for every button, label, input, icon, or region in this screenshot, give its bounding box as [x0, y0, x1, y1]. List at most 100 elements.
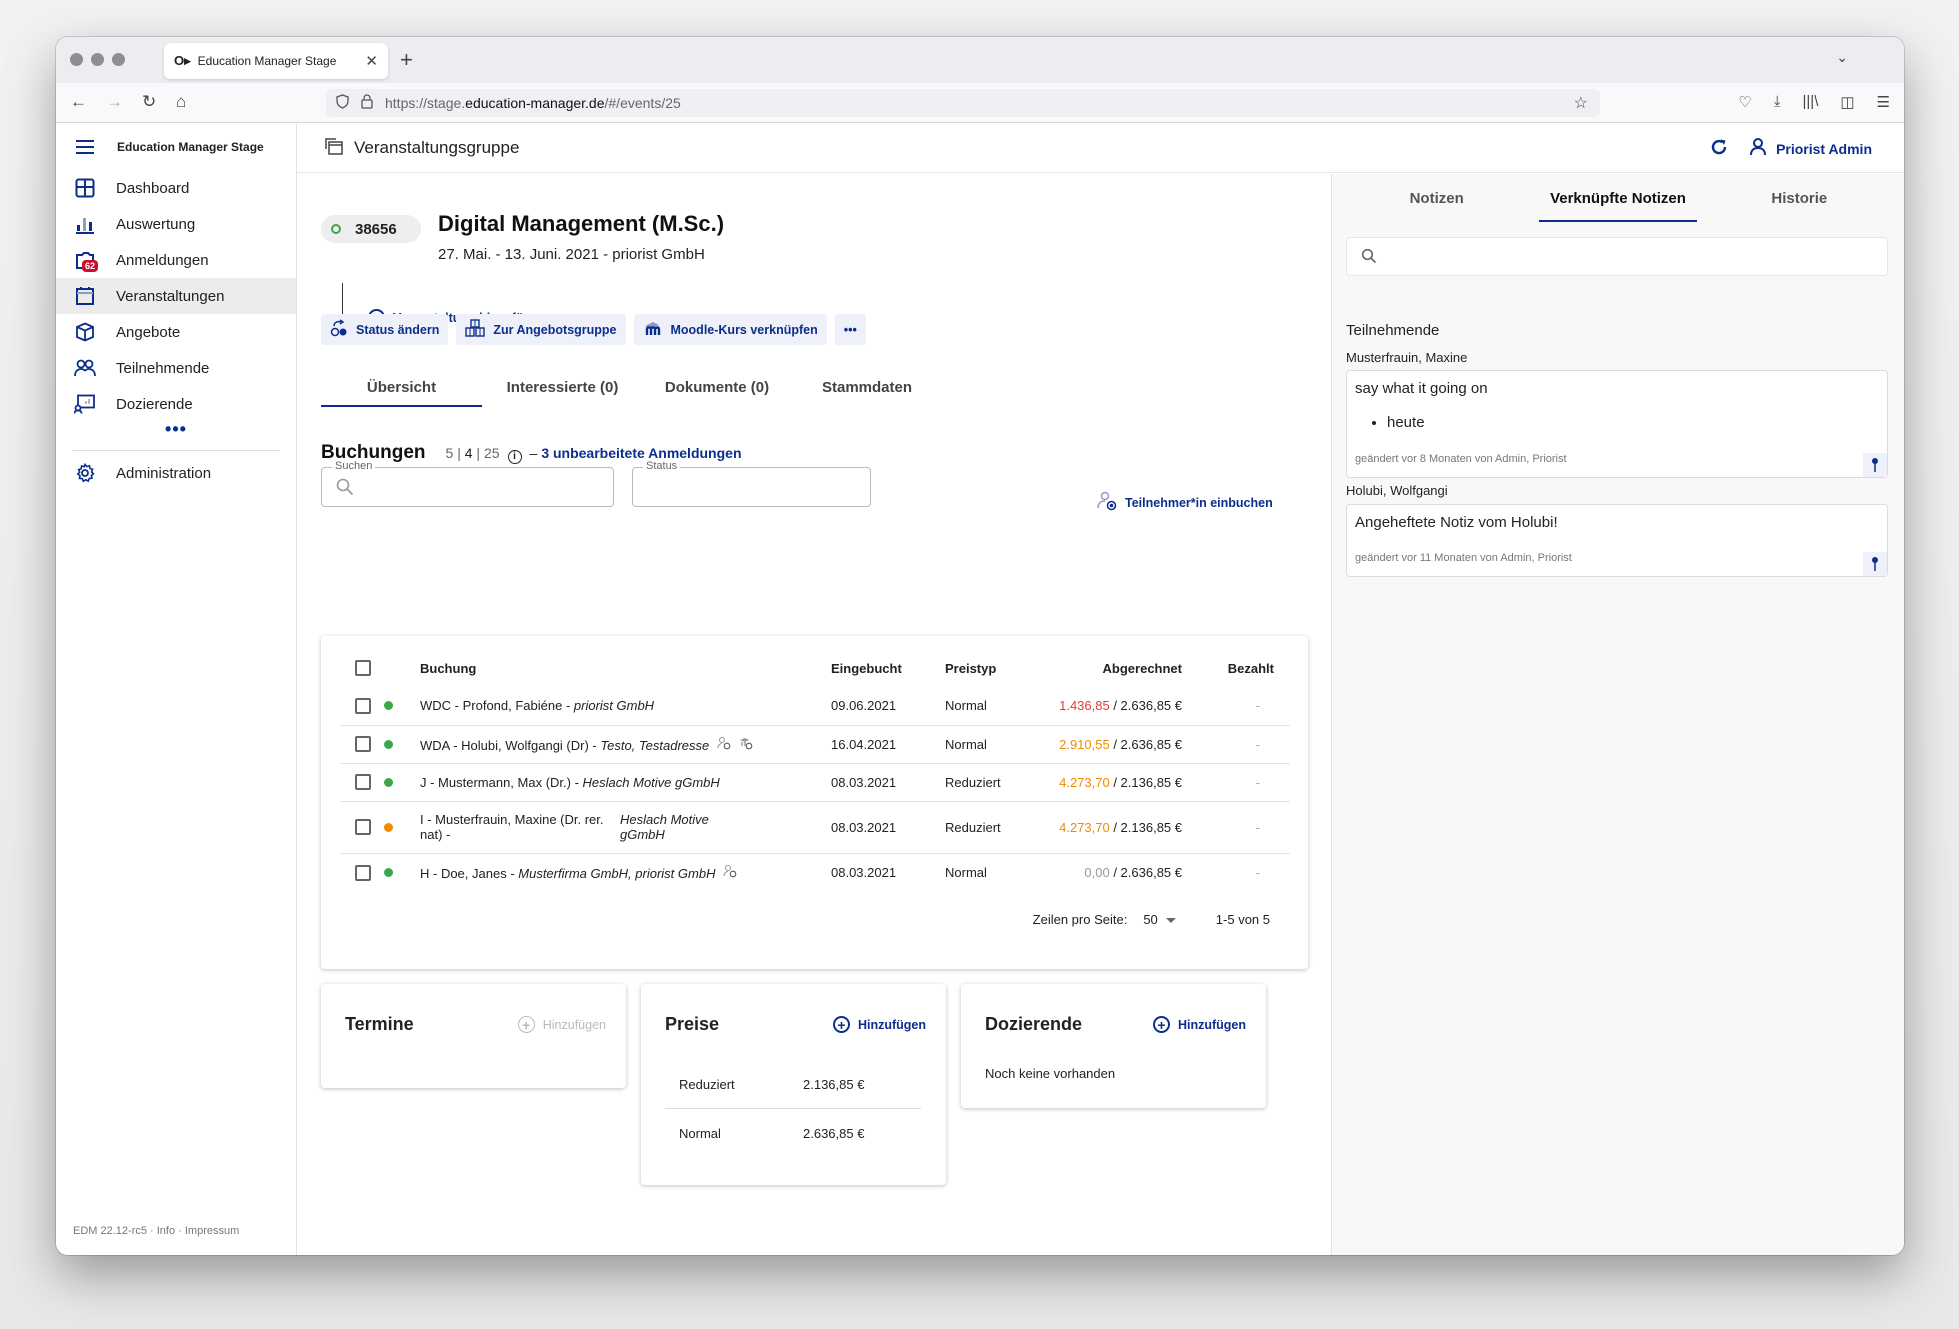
booking-cell[interactable]: I - Musterfrauin, Maxine (Dr. rer. nat) … [420, 800, 831, 853]
row-checkbox[interactable] [355, 774, 371, 791]
close-window-button[interactable] [70, 53, 83, 66]
change-status-button[interactable]: Status ändern [321, 314, 449, 345]
table-row[interactable]: I - Musterfrauin, Maxine (Dr. rer. nat) … [340, 800, 1290, 853]
library-icon[interactable]: |||\ [1803, 93, 1819, 111]
rows-per-page-select[interactable]: 50 [1143, 912, 1176, 927]
column-header-buchung[interactable]: Buchung [420, 649, 831, 687]
notes-search-field[interactable] [1346, 237, 1888, 276]
new-tab-button[interactable]: + [400, 47, 413, 73]
back-icon[interactable]: ← [70, 92, 87, 112]
notes-search-input[interactable] [1347, 238, 1887, 275]
maximize-window-button[interactable] [112, 53, 125, 66]
url-text[interactable]: https://stage.education-manager.de/#/eve… [385, 95, 1574, 111]
booking-cell[interactable]: WDC - Profond, Fabiéne - priorist GmbH [420, 687, 831, 725]
row-checkbox[interactable] [355, 736, 371, 753]
pin-icon[interactable] [1863, 552, 1887, 576]
enroll-participant-button[interactable]: Teilnehmer*in einbuchen [1097, 491, 1273, 514]
shield-icon[interactable] [336, 94, 349, 112]
minimize-window-button[interactable] [91, 53, 104, 66]
dozierende-add-button[interactable]: + Hinzufügen [1152, 1016, 1246, 1033]
column-header-preistyp[interactable]: Preistyp [945, 649, 1045, 687]
menu-icon[interactable] [76, 140, 94, 154]
booking-cell[interactable]: H - Doe, Janes - Musterfirma GmbH, prior… [420, 852, 831, 891]
row-checkbox[interactable] [355, 819, 371, 836]
home-icon[interactable]: ⌂ [176, 92, 186, 112]
browser-tab[interactable]: O▸ Education Manager Stage ✕ [164, 43, 388, 79]
sidebar-item-administration[interactable]: Administration [56, 455, 296, 491]
booking-status-dot [384, 777, 393, 787]
table-row[interactable]: J - Mustermann, Max (Dr.) - Heslach Moti… [340, 762, 1290, 801]
unprocessed-registrations-link[interactable]: 3 unbearbeitete Anmeldungen [541, 445, 741, 461]
tab-dokumente[interactable]: Dokumente (0) [643, 369, 791, 405]
table-row[interactable]: H - Doe, Janes - Musterfirma GmbH, prior… [340, 852, 1290, 891]
sidebar-footer[interactable]: EDM 22.12-rc5 · Info · Impressum [73, 1225, 239, 1237]
sidebar-toggle-icon[interactable]: ◫ [1840, 93, 1854, 111]
tab-verknuepfte-notizen[interactable]: Verknüpfte Notizen [1527, 174, 1708, 222]
preise-add-button[interactable]: + Hinzufügen [832, 1016, 926, 1033]
booking-cell[interactable]: J - Mustermann, Max (Dr.) - Heslach Moti… [420, 762, 831, 801]
search-input[interactable] [322, 468, 613, 506]
offer-group-button[interactable]: Zur Angebotsgruppe [456, 314, 626, 345]
note-card[interactable]: Angeheftete Notiz vom Holubi! geändert v… [1346, 504, 1888, 577]
note-body: say what it going on heute [1355, 380, 1488, 431]
sidebar-item-veranstaltungen[interactable]: Veranstaltungen [56, 278, 296, 314]
note-text: Angeheftete Notiz vom Holubi! [1355, 514, 1558, 531]
refresh-icon[interactable] [1710, 138, 1728, 159]
reload-icon[interactable]: ↻ [142, 92, 156, 112]
user-menu[interactable]: Priorist Admin [1750, 138, 1872, 159]
list-tabs-chevron-icon[interactable]: ⌄ [1836, 49, 1848, 66]
column-header-abgerechnet[interactable]: Abgerechnet [1045, 649, 1182, 687]
column-header-eingebucht[interactable]: Eingebucht [831, 649, 945, 687]
table-row[interactable]: WDC - Profond, Fabiéne - priorist GmbH 09… [340, 687, 1290, 725]
info-icon[interactable]: i [507, 449, 522, 464]
download-icon[interactable]: ⤓ [1774, 93, 1781, 111]
close-tab-icon[interactable]: ✕ [365, 52, 378, 70]
tab-stammdaten[interactable]: Stammdaten [791, 369, 943, 405]
teacher-check-icon [739, 737, 753, 753]
bookmark-star-icon[interactable]: ☆ [1574, 93, 1588, 113]
booking-status-dot [384, 867, 393, 877]
app-menu-icon[interactable]: ☰ [1877, 93, 1890, 111]
pin-icon[interactable] [1863, 453, 1887, 477]
billed-amount: 0,00 [1084, 864, 1110, 880]
note-card[interactable]: say what it going on heute geändert vor … [1346, 370, 1888, 478]
table-row[interactable]: WDA - Holubi, Wolfgangi (Dr) - Testo, Te… [340, 724, 1290, 763]
booking-status-dot [384, 822, 393, 832]
tab-interessierte[interactable]: Interessierte (0) [482, 369, 643, 405]
note-bullet: heute [1387, 414, 1488, 431]
status-select[interactable]: Status [632, 460, 871, 507]
row-checkbox[interactable] [355, 698, 371, 715]
sidebar-item-auswertung[interactable]: Auswertung [56, 206, 296, 242]
sidebar-item-teilnehmende[interactable]: Teilnehmende [56, 350, 296, 386]
booking-date: 09.06.2021 [831, 698, 897, 714]
more-actions-button[interactable]: ••• [834, 314, 866, 345]
user-name: Priorist Admin [1776, 140, 1872, 157]
sidebar-item-anmeldungen[interactable]: 62 Anmeldungen [56, 242, 296, 278]
termine-add-button[interactable]: + Hinzufügen [517, 1016, 606, 1033]
row-checkbox[interactable] [355, 864, 371, 881]
lock-icon[interactable] [361, 94, 373, 112]
teacher-icon [74, 393, 96, 415]
booking-cell[interactable]: WDA - Holubi, Wolfgangi (Dr) - Testo, Te… [420, 724, 831, 763]
status-input[interactable] [633, 468, 870, 506]
sidebar-item-dozierende[interactable]: Dozierende [56, 386, 296, 422]
sidebar-item-label: Veranstaltungen [116, 287, 225, 305]
forward-icon[interactable]: → [106, 92, 123, 112]
tab-notizen[interactable]: Notizen [1346, 174, 1527, 222]
booking-billed: 0,00 / 2.636,85 € [1045, 852, 1182, 891]
tab-historie[interactable]: Historie [1709, 174, 1890, 222]
price-value: 2.136,85 € [803, 1076, 865, 1092]
booking-price-type: Reduziert [945, 762, 1045, 801]
sidebar-item-angebote[interactable]: Angebote [56, 314, 296, 350]
sidebar-item-dashboard[interactable]: Dashboard [56, 170, 296, 206]
sidebar-divider [72, 450, 280, 451]
tab-uebersicht[interactable]: Übersicht [321, 369, 482, 407]
column-header-bezahlt[interactable]: Bezahlt [1182, 649, 1290, 687]
search-field[interactable]: Suchen [321, 460, 614, 507]
url-bar[interactable]: https://stage.education-manager.de/#/eve… [326, 89, 1600, 117]
sidebar-more-button[interactable]: ••• [56, 420, 296, 444]
pocket-icon[interactable]: ♡ [1738, 93, 1751, 111]
booking-paid: - [1255, 698, 1260, 714]
moodle-link-button[interactable]: Moodle-Kurs verknüpfen [633, 314, 827, 345]
select-all-checkbox[interactable] [355, 660, 371, 677]
